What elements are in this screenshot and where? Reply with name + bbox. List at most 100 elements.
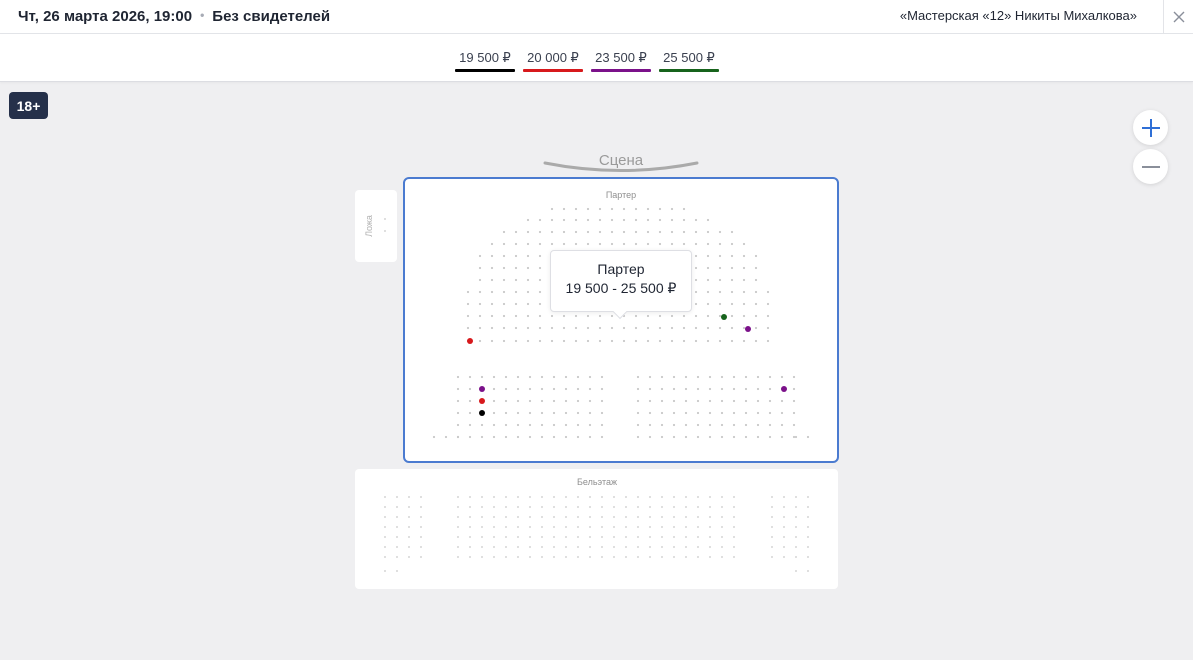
seat[interactable]: [565, 506, 567, 508]
seat[interactable]: [552, 387, 556, 391]
seat[interactable]: [742, 278, 746, 282]
seat[interactable]: [526, 230, 530, 234]
seat[interactable]: [562, 207, 566, 211]
seat[interactable]: [730, 339, 734, 343]
seat[interactable]: [586, 230, 590, 234]
seat[interactable]: [589, 546, 591, 548]
seat[interactable]: [706, 314, 710, 318]
seat[interactable]: [505, 506, 507, 508]
seat[interactable]: [589, 526, 591, 528]
seat[interactable]: [466, 302, 470, 306]
seat[interactable]: [466, 314, 470, 318]
seat[interactable]: [564, 423, 568, 427]
seat[interactable]: [469, 496, 471, 498]
seat[interactable]: [516, 423, 520, 427]
seat[interactable]: [502, 339, 506, 343]
seat[interactable]: [586, 207, 590, 211]
seat[interactable]: [528, 423, 532, 427]
seat[interactable]: [730, 302, 734, 306]
seat[interactable]: [648, 411, 652, 415]
seat[interactable]: [468, 435, 472, 439]
seat[interactable]: [540, 387, 544, 391]
seat[interactable]: [517, 506, 519, 508]
seat[interactable]: [456, 399, 460, 403]
seat[interactable]: [526, 242, 530, 246]
seat[interactable]: [649, 546, 651, 548]
seat[interactable]: [771, 516, 773, 518]
seat[interactable]: [622, 230, 626, 234]
seat[interactable]: [780, 411, 784, 415]
box-section[interactable]: [355, 190, 397, 262]
seat[interactable]: [684, 387, 688, 391]
seat[interactable]: [529, 526, 531, 528]
seat[interactable]: [634, 326, 638, 330]
seat[interactable]: [792, 399, 796, 403]
seat[interactable]: [492, 387, 496, 391]
seat[interactable]: [673, 506, 675, 508]
seat[interactable]: [648, 399, 652, 403]
seat[interactable]: [541, 556, 543, 558]
seat[interactable]: [456, 387, 460, 391]
seat[interactable]: [456, 411, 460, 415]
seat[interactable]: [783, 526, 785, 528]
seat[interactable]: [589, 556, 591, 558]
parterre-section[interactable]: [403, 177, 839, 463]
seat[interactable]: [636, 435, 640, 439]
seat[interactable]: [720, 387, 724, 391]
seat[interactable]: [661, 526, 663, 528]
seat[interactable]: [682, 218, 686, 222]
seat[interactable]: [600, 423, 604, 427]
seat[interactable]: [480, 423, 484, 427]
seat[interactable]: [694, 302, 698, 306]
seat[interactable]: [505, 556, 507, 558]
seat[interactable]: [670, 207, 674, 211]
seat[interactable]: [467, 338, 473, 344]
seat[interactable]: [384, 230, 386, 232]
seat[interactable]: [660, 375, 664, 379]
seat[interactable]: [649, 526, 651, 528]
seat[interactable]: [625, 536, 627, 538]
seat[interactable]: [732, 399, 736, 403]
seat[interactable]: [768, 435, 772, 439]
seat[interactable]: [625, 496, 627, 498]
seat[interactable]: [754, 254, 758, 258]
seat[interactable]: [685, 536, 687, 538]
seat[interactable]: [516, 435, 520, 439]
seat[interactable]: [658, 207, 662, 211]
seat[interactable]: [733, 516, 735, 518]
seat[interactable]: [694, 266, 698, 270]
seat[interactable]: [469, 506, 471, 508]
seat[interactable]: [783, 546, 785, 548]
seat[interactable]: [696, 435, 700, 439]
seat[interactable]: [742, 290, 746, 294]
seat[interactable]: [613, 496, 615, 498]
seat[interactable]: [696, 423, 700, 427]
seat[interactable]: [490, 339, 494, 343]
seat[interactable]: [384, 536, 386, 538]
seat[interactable]: [673, 496, 675, 498]
seat[interactable]: [396, 556, 398, 558]
seat[interactable]: [720, 411, 724, 415]
seat[interactable]: [504, 399, 508, 403]
seat[interactable]: [771, 526, 773, 528]
seat[interactable]: [708, 375, 712, 379]
seat[interactable]: [613, 526, 615, 528]
seat[interactable]: [516, 387, 520, 391]
seat[interactable]: [682, 207, 686, 211]
seat[interactable]: [720, 423, 724, 427]
seat[interactable]: [742, 314, 746, 318]
seat[interactable]: [514, 314, 518, 318]
seat[interactable]: [526, 278, 530, 282]
seat[interactable]: [658, 314, 662, 318]
seat[interactable]: [771, 536, 773, 538]
seat[interactable]: [574, 339, 578, 343]
seat[interactable]: [553, 496, 555, 498]
seat[interactable]: [718, 266, 722, 270]
seat[interactable]: [492, 375, 496, 379]
seat[interactable]: [540, 375, 544, 379]
seat[interactable]: [564, 399, 568, 403]
seat[interactable]: [529, 506, 531, 508]
seat[interactable]: [792, 435, 796, 439]
seat[interactable]: [598, 207, 602, 211]
seat[interactable]: [540, 411, 544, 415]
